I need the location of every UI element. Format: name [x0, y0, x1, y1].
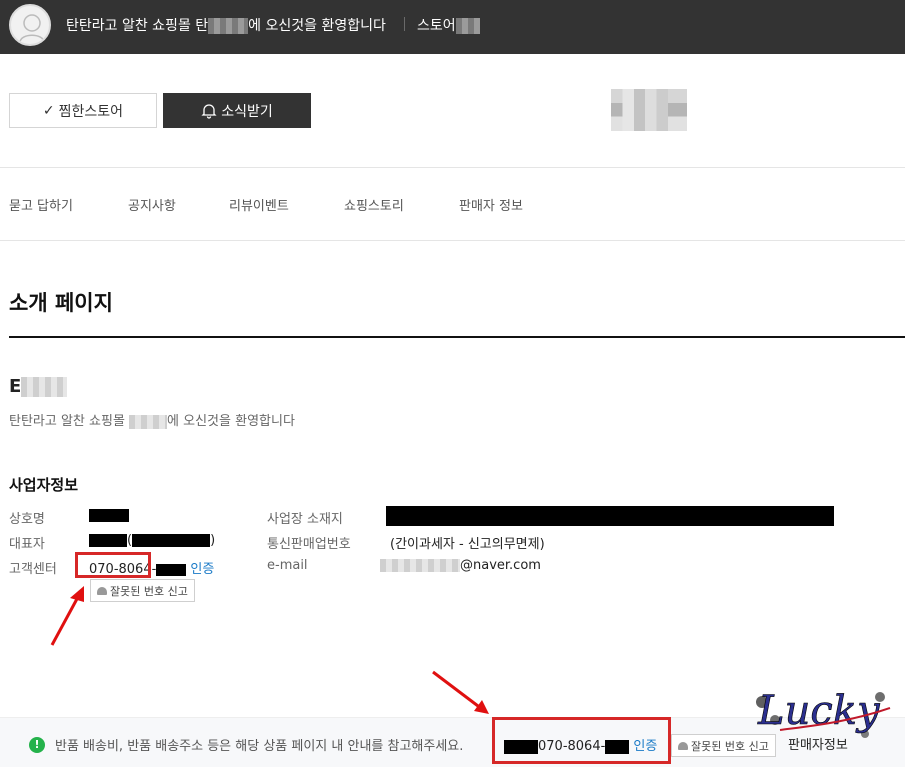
arrow-to-notice-phone — [432, 670, 479, 708]
watermark-text: Lucky — [757, 688, 881, 734]
info-icon: ! — [29, 737, 45, 753]
bell-icon — [678, 741, 688, 750]
highlight-box — [492, 717, 671, 764]
arrowhead-down — [474, 700, 489, 714]
arrowhead-up — [70, 586, 84, 602]
lucky-watermark: Lucky — [756, 688, 891, 738]
annotation-arrows — [50, 586, 489, 714]
arrow-to-phone — [50, 596, 80, 646]
notice-text: 반품 배송비, 반품 배송주소 등은 해당 상품 페이지 내 안내를 참고해주세… — [55, 739, 464, 754]
